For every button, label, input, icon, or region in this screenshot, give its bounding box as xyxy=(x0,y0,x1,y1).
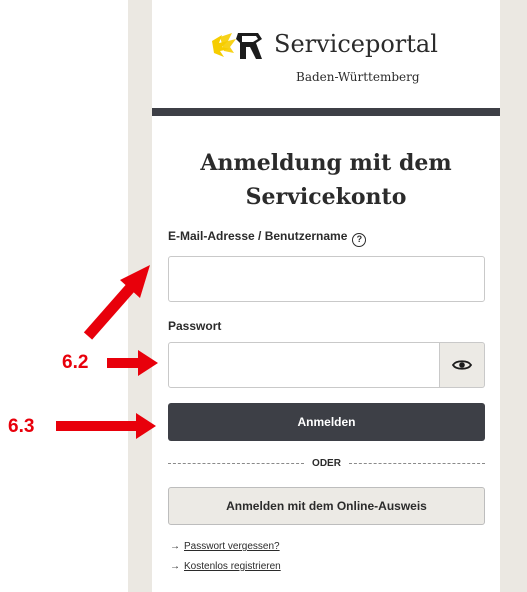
annotation-arrow-password xyxy=(107,350,158,376)
annotation-label-6-2: 6.2 xyxy=(62,352,89,373)
annotation-arrow-email xyxy=(83,265,150,340)
annotation-arrow-login xyxy=(56,413,156,439)
annotation-arrows xyxy=(56,265,158,439)
annotation-label-6-3: 6.3 xyxy=(8,416,35,437)
